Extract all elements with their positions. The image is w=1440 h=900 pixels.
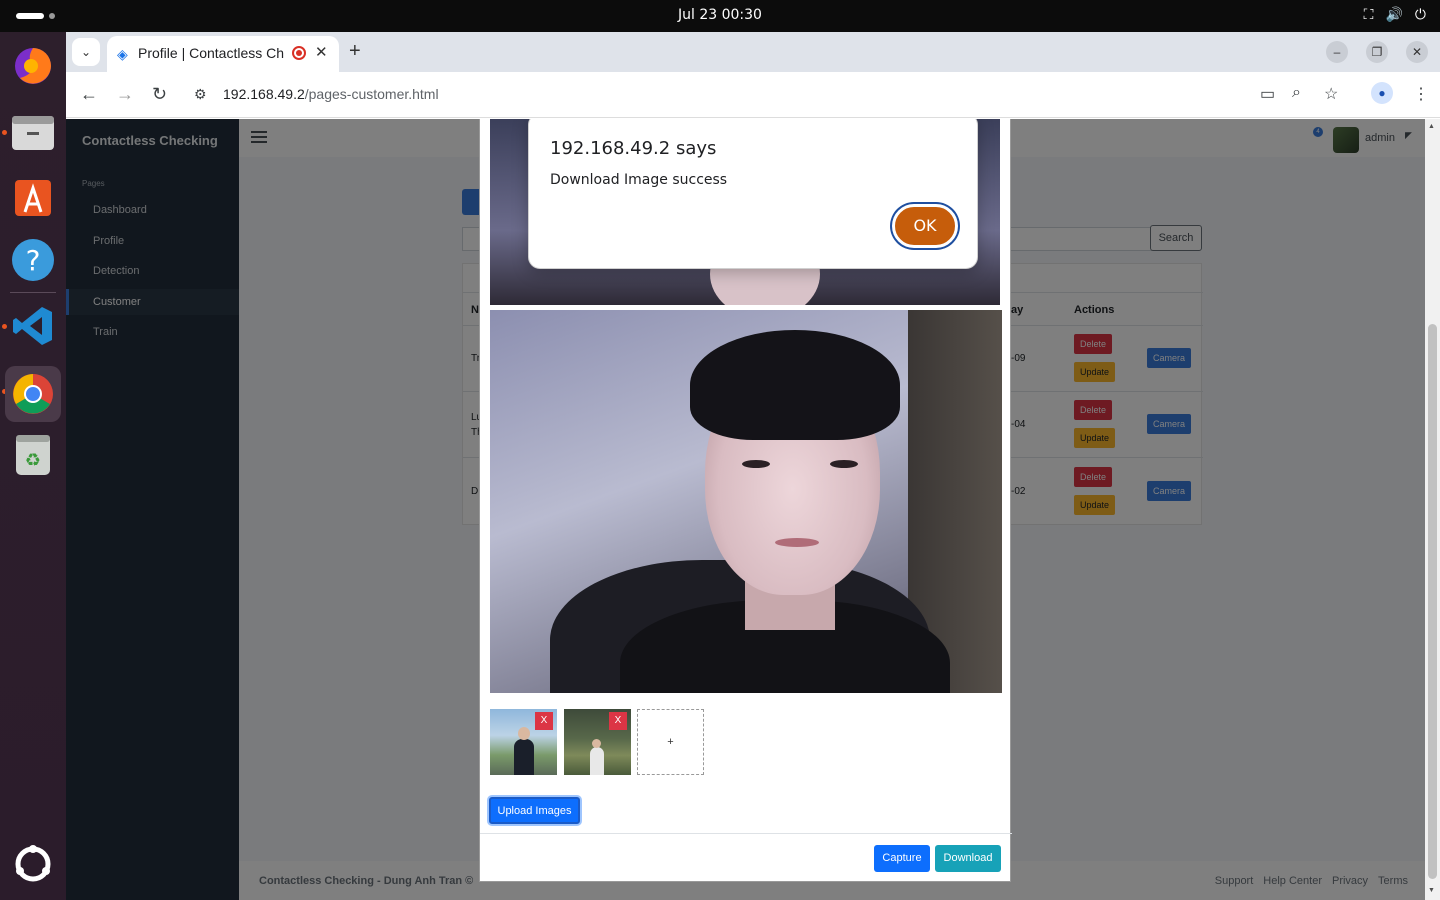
running-indicator — [2, 324, 7, 329]
site-settings-icon[interactable]: ⚙ — [194, 86, 207, 103]
capture-button[interactable]: Capture — [874, 845, 930, 872]
dock-separator — [10, 292, 56, 293]
power-icon[interactable]: ⏻ — [1415, 6, 1426, 23]
recording-icon — [292, 46, 306, 60]
alert-origin: 192.168.49.2 says — [550, 138, 717, 159]
person-eye-right — [830, 460, 858, 468]
uploaded-image-thumbnail[interactable]: X — [564, 709, 631, 775]
browser-toolbar: ← → ↻ ⚙ 192.168.49.2/pages-customer.html… — [66, 72, 1440, 118]
scroll-down-icon[interactable]: ▼ — [1428, 887, 1435, 894]
address-bar[interactable]: ⚙ 192.168.49.2/pages-customer.html — [184, 78, 1244, 112]
trash-icon[interactable]: ♻ — [9, 430, 57, 478]
system-tray[interactable]: ⛶ 🔊 ⏻ — [1364, 6, 1426, 23]
add-image-placeholder[interactable]: + — [637, 709, 704, 775]
alert-message: Download Image success — [550, 172, 728, 188]
url-text[interactable]: 192.168.49.2/pages-customer.html — [223, 86, 439, 102]
remove-image-button[interactable]: X — [609, 712, 627, 730]
app-center-icon[interactable] — [9, 172, 57, 220]
person-mouth — [775, 538, 819, 547]
bookmark-star-icon[interactable]: ☆ — [1324, 84, 1338, 104]
close-window-button[interactable]: ✕ — [1406, 41, 1428, 63]
modal-footer-divider — [480, 833, 1012, 834]
chevron-down-icon: ⌄ — [80, 45, 92, 59]
browser-window: ⌄ ◈ Profile | Contactless Checking ✕ + –… — [66, 32, 1440, 900]
forward-arrow-icon[interactable]: → — [116, 84, 134, 105]
svg-text:?: ? — [26, 244, 41, 277]
scrollbar-thumb[interactable] — [1428, 324, 1437, 879]
zoom-icon[interactable]: ⌕ — [1292, 84, 1301, 102]
person-eye-left — [742, 460, 770, 468]
thumbnail-person-head — [518, 727, 530, 740]
tab-search-button[interactable]: ⌄ — [72, 38, 100, 66]
thumbnail-person — [590, 747, 604, 775]
alert-ok-button[interactable]: OK — [892, 204, 958, 248]
person-hair — [690, 330, 900, 440]
page-viewport: Contactless Checking Pages Dashboard Pro… — [66, 119, 1440, 900]
ubuntu-dock: ? ♻ — [0, 32, 66, 900]
url-host: 192.168.49.2 — [223, 86, 305, 102]
tab-title: Profile | Contactless Checking — [138, 45, 284, 61]
uploaded-image-thumbnail[interactable]: X — [490, 709, 557, 775]
remove-image-button[interactable]: X — [535, 712, 553, 730]
alert-dialog: 192.168.49.2 says Download Image success… — [528, 119, 978, 269]
webcam-video-feed — [490, 310, 1002, 693]
network-icon[interactable]: ⛶ — [1364, 6, 1374, 23]
upload-images-button[interactable]: Upload Images — [489, 797, 580, 824]
reload-icon[interactable]: ↻ — [152, 84, 167, 105]
camera-in-use-icon[interactable]: ▭ — [1260, 84, 1275, 104]
thumbnail-person — [514, 739, 534, 775]
firefox-icon[interactable] — [9, 42, 57, 90]
thumbnail-person-head — [592, 739, 601, 748]
download-button[interactable]: Download — [935, 845, 1001, 872]
new-tab-button[interactable]: + — [349, 40, 361, 63]
scroll-up-icon[interactable]: ▲ — [1428, 123, 1435, 130]
volume-icon[interactable]: 🔊 — [1385, 6, 1402, 23]
restore-button[interactable]: ❐ — [1366, 41, 1388, 63]
tab-strip: ⌄ ◈ Profile | Contactless Checking ✕ + –… — [66, 32, 1440, 72]
menu-kebab-icon[interactable]: ⋮ — [1413, 84, 1429, 104]
layers-favicon-icon: ◈ — [117, 46, 128, 62]
url-path: /pages-customer.html — [304, 86, 439, 102]
running-indicator — [2, 130, 7, 135]
help-icon[interactable]: ? — [9, 236, 57, 284]
tab-close-icon[interactable]: ✕ — [315, 43, 328, 61]
system-clock[interactable]: Jul 23 00:30 — [0, 7, 1440, 23]
back-arrow-icon[interactable]: ← — [80, 84, 98, 105]
svg-text:♻: ♻ — [25, 450, 41, 471]
tab-active[interactable]: ◈ Profile | Contactless Checking ✕ — [107, 36, 339, 72]
profile-avatar-icon[interactable]: ● — [1371, 82, 1393, 104]
vscode-icon[interactable] — [9, 302, 57, 350]
minimize-button[interactable]: – — [1326, 41, 1348, 63]
files-icon[interactable] — [9, 108, 57, 156]
page-scrollbar[interactable]: ▲ ▼ — [1425, 119, 1440, 900]
system-top-bar: Jul 23 00:30 ⛶ 🔊 ⏻ — [0, 0, 1440, 32]
chrome-icon[interactable] — [5, 366, 61, 422]
show-apps-icon[interactable] — [9, 840, 57, 888]
